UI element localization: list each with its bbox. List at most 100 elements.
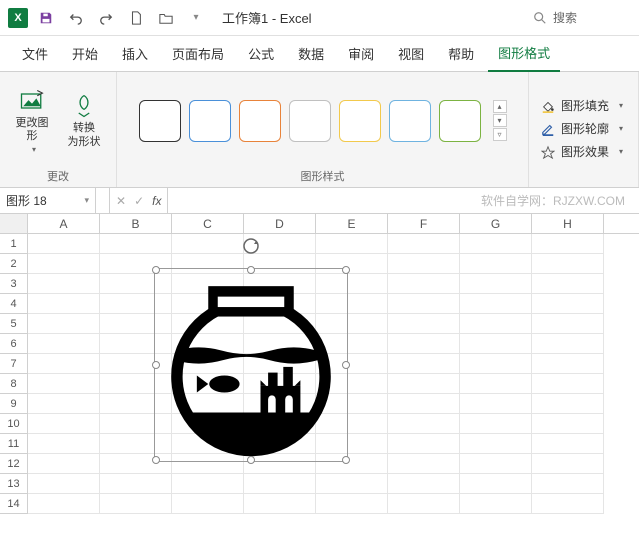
row-header[interactable]: 13 [0,474,28,494]
resize-handle-ne[interactable] [342,266,350,274]
cell[interactable] [100,494,172,514]
cell[interactable] [460,354,532,374]
cell[interactable] [388,354,460,374]
cell[interactable] [28,354,100,374]
tab-home[interactable]: 开始 [62,36,108,71]
row-header[interactable]: 6 [0,334,28,354]
formula-bar[interactable]: 软件自学网：RJZXW.COM [168,188,639,213]
column-header[interactable]: A [28,214,100,233]
cell[interactable] [316,234,388,254]
cell[interactable] [28,474,100,494]
cell[interactable] [532,234,604,254]
cell[interactable] [532,334,604,354]
cell[interactable] [28,234,100,254]
row-header[interactable]: 5 [0,314,28,334]
cell[interactable] [172,234,244,254]
qat-more-button[interactable]: ▾ [184,6,208,30]
cell[interactable] [100,234,172,254]
column-header[interactable]: C [172,214,244,233]
cell[interactable] [388,374,460,394]
cell[interactable] [28,254,100,274]
cell[interactable] [28,334,100,354]
cell[interactable] [460,254,532,274]
cell[interactable] [172,474,244,494]
shape-style-preset-7[interactable] [439,100,481,142]
cell[interactable] [460,414,532,434]
open-file-button[interactable] [154,6,178,30]
resize-handle-n[interactable] [247,266,255,274]
chevron-down-icon[interactable]: ▾ [84,195,89,206]
shape-style-preset-4[interactable] [289,100,331,142]
shape-style-preset-5[interactable] [339,100,381,142]
cell[interactable] [532,374,604,394]
cell[interactable] [388,394,460,414]
row-header[interactable]: 14 [0,494,28,514]
search-box[interactable]: 搜索 [521,5,631,30]
change-graphic-button[interactable]: 更改图 形 ▾ [8,82,56,160]
cell[interactable] [460,294,532,314]
convert-to-shape-button[interactable]: 转换 为形状 [60,82,108,160]
cell[interactable] [28,374,100,394]
cell[interactable] [100,474,172,494]
cell[interactable] [532,314,604,334]
cell[interactable] [532,354,604,374]
cell[interactable] [28,274,100,294]
cell[interactable] [28,494,100,514]
cell[interactable] [172,494,244,514]
cell[interactable] [316,494,388,514]
resize-handle-se[interactable] [342,456,350,464]
rotate-handle[interactable] [241,236,261,256]
cell[interactable] [460,474,532,494]
cell[interactable] [532,474,604,494]
tab-formulas[interactable]: 公式 [238,36,284,71]
cell[interactable] [388,234,460,254]
resize-handle-sw[interactable] [152,456,160,464]
column-header[interactable]: E [316,214,388,233]
cell[interactable] [244,474,316,494]
cell[interactable] [388,334,460,354]
row-header[interactable]: 12 [0,454,28,474]
row-header[interactable]: 4 [0,294,28,314]
shape-style-preset-1[interactable] [139,100,181,142]
cell[interactable] [460,334,532,354]
tab-file[interactable]: 文件 [12,36,58,71]
column-header[interactable]: D [244,214,316,233]
row-header[interactable]: 11 [0,434,28,454]
shape-outline-button[interactable]: 图形轮廓 ▾ [541,120,623,137]
cell[interactable] [388,454,460,474]
column-header[interactable]: F [388,214,460,233]
tab-layout[interactable]: 页面布局 [162,36,234,71]
worksheet-grid[interactable]: A B C D E F G H 1234567891011121314 [0,214,639,534]
column-header[interactable]: G [460,214,532,233]
cell[interactable] [388,474,460,494]
column-header[interactable]: H [532,214,604,233]
fx-icon[interactable]: fx [152,194,161,208]
cell[interactable] [532,414,604,434]
new-file-button[interactable] [124,6,148,30]
cell[interactable] [316,474,388,494]
cell[interactable] [460,234,532,254]
style-gallery-expand[interactable]: ▿ [493,128,507,141]
shape-style-preset-2[interactable] [189,100,231,142]
tab-review[interactable]: 审阅 [338,36,384,71]
shape-effects-button[interactable]: 图形效果 ▾ [541,143,623,160]
tab-data[interactable]: 数据 [288,36,334,71]
row-header[interactable]: 9 [0,394,28,414]
tab-insert[interactable]: 插入 [112,36,158,71]
cell[interactable] [460,374,532,394]
undo-button[interactable] [64,6,88,30]
cell[interactable] [460,314,532,334]
cell[interactable] [388,294,460,314]
cell[interactable] [388,494,460,514]
column-header[interactable]: B [100,214,172,233]
cell[interactable] [532,454,604,474]
style-scroll-down[interactable]: ▾ [493,114,507,127]
cell[interactable] [28,394,100,414]
cell[interactable] [532,254,604,274]
cell[interactable] [28,294,100,314]
cell[interactable] [388,254,460,274]
cell[interactable] [532,494,604,514]
name-box[interactable]: 图形 18 ▾ [0,188,96,213]
cell[interactable] [388,434,460,454]
cell[interactable] [532,434,604,454]
